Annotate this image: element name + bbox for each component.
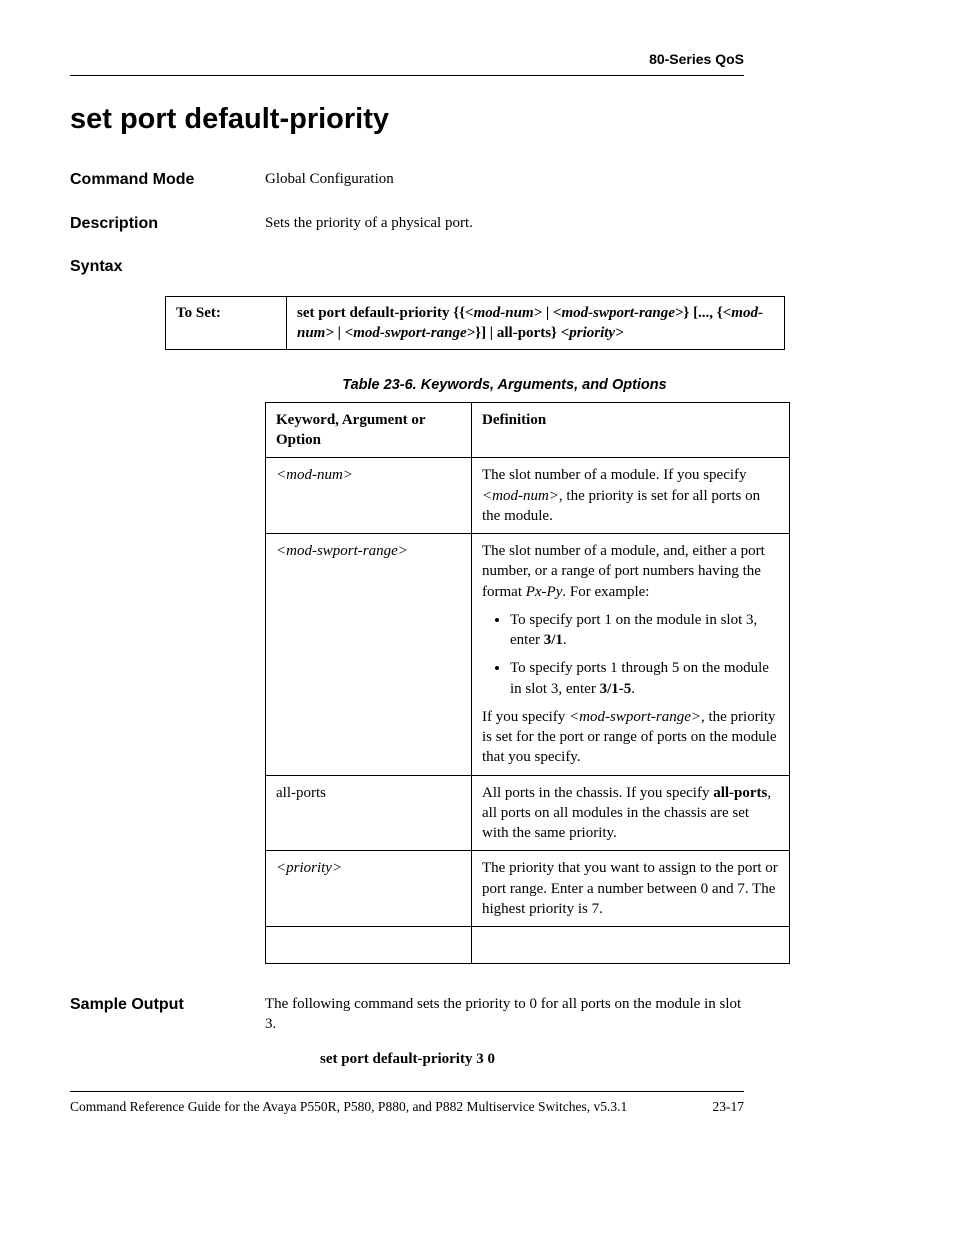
- syntax-arg: <mod-swport-range>: [553, 305, 683, 321]
- table-header-row: Keyword, Argument or Option Definition: [266, 402, 790, 458]
- description-row: Description Sets the priority of a physi…: [70, 213, 744, 235]
- table-row: <priority> The priority that you want to…: [266, 851, 790, 927]
- def-text: . For example:: [562, 584, 649, 600]
- top-rule: [70, 75, 744, 76]
- table-row-empty: [266, 927, 790, 964]
- syntax-text: } [..., {: [683, 305, 722, 321]
- bottom-rule: [70, 1091, 744, 1092]
- footer-right: 23-17: [713, 1098, 745, 1116]
- table-row: <mod-swport-range> The slot number of a …: [266, 534, 790, 776]
- syntax-text: |: [542, 305, 553, 321]
- def-paragraph: The slot number of a module, and, either…: [482, 541, 779, 602]
- arg-def: The slot number of a module. If you spec…: [472, 458, 790, 534]
- def-bold: 3/1-5: [600, 681, 632, 697]
- sample-output-label: Sample Output: [70, 994, 265, 1069]
- list-item: To specify ports 1 through 5 on the modu…: [510, 658, 779, 699]
- empty-cell: [266, 927, 472, 964]
- arg-key: all-ports: [266, 775, 472, 851]
- header-section: 80-Series QoS: [70, 50, 744, 69]
- def-text: .: [563, 632, 567, 648]
- arg-key: <priority>: [266, 851, 472, 927]
- syntax-arg: <mod-swport-range>: [345, 325, 475, 341]
- def-text: The slot number of a module. If you spec…: [482, 467, 747, 483]
- description-label: Description: [70, 213, 265, 235]
- def-text: All ports in the chassis. If you specify: [482, 785, 713, 801]
- footer-left: Command Reference Guide for the Avaya P5…: [70, 1098, 627, 1116]
- arg-def: All ports in the chassis. If you specify…: [472, 775, 790, 851]
- arg-def: The slot number of a module, and, either…: [472, 534, 790, 776]
- arg-key: <mod-swport-range>: [266, 534, 472, 776]
- table-row: <mod-num> The slot number of a module. I…: [266, 458, 790, 534]
- syntax-arg: <mod-num>: [465, 305, 542, 321]
- syntax-table: To Set: set port default-priority {{<mod…: [165, 296, 785, 351]
- table-row: all-ports All ports in the chassis. If y…: [266, 775, 790, 851]
- command-mode-value: Global Configuration: [265, 169, 744, 191]
- command-mode-label: Command Mode: [70, 169, 265, 191]
- description-value: Sets the priority of a physical port.: [265, 213, 744, 235]
- syntax-text: }] | all-ports}: [475, 325, 561, 341]
- table-caption: Table 23-6. Keywords, Arguments, and Opt…: [265, 376, 744, 396]
- sample-output-text: The following command sets the priority …: [265, 994, 744, 1035]
- col-header-definition: Definition: [472, 402, 790, 458]
- def-paragraph: If you specify <mod-swport-range>, the p…: [482, 707, 779, 768]
- command-mode-row: Command Mode Global Configuration: [70, 169, 744, 191]
- sample-output-body: The following command sets the priority …: [265, 994, 744, 1069]
- syntax-text: set port default-priority {{: [297, 305, 465, 321]
- syntax-label: Syntax: [70, 256, 744, 278]
- def-ital: <mod-num>: [482, 488, 559, 504]
- sample-output-command: set port default-priority 3 0: [320, 1049, 744, 1069]
- col-header-keyword: Keyword, Argument or Option: [266, 402, 472, 458]
- def-text: If you specify: [482, 709, 569, 725]
- sample-output-row: Sample Output The following command sets…: [70, 994, 744, 1069]
- def-bold: all-ports: [713, 785, 767, 801]
- def-bold: 3/1: [544, 632, 563, 648]
- arg-def: The priority that you want to assign to …: [472, 851, 790, 927]
- list-item: To specify port 1 on the module in slot …: [510, 610, 779, 651]
- syntax-arg: <priority>: [561, 325, 624, 341]
- syntax-to-set-value: set port default-priority {{<mod-num> | …: [287, 296, 785, 350]
- def-ital: Px-Py: [526, 584, 563, 600]
- syntax-to-set-label: To Set:: [166, 296, 287, 350]
- args-table: Keyword, Argument or Option Definition <…: [265, 402, 790, 964]
- def-text: To specify ports 1 through 5 on the modu…: [510, 660, 769, 696]
- page-title: set port default-priority: [70, 100, 744, 139]
- def-text: .: [631, 681, 635, 697]
- arg-key: <mod-num>: [266, 458, 472, 534]
- syntax-text: |: [334, 325, 345, 341]
- footer: Command Reference Guide for the Avaya P5…: [70, 1098, 744, 1116]
- def-bullets: To specify port 1 on the module in slot …: [482, 610, 779, 699]
- empty-cell: [472, 927, 790, 964]
- def-ital: <mod-swport-range>: [569, 709, 701, 725]
